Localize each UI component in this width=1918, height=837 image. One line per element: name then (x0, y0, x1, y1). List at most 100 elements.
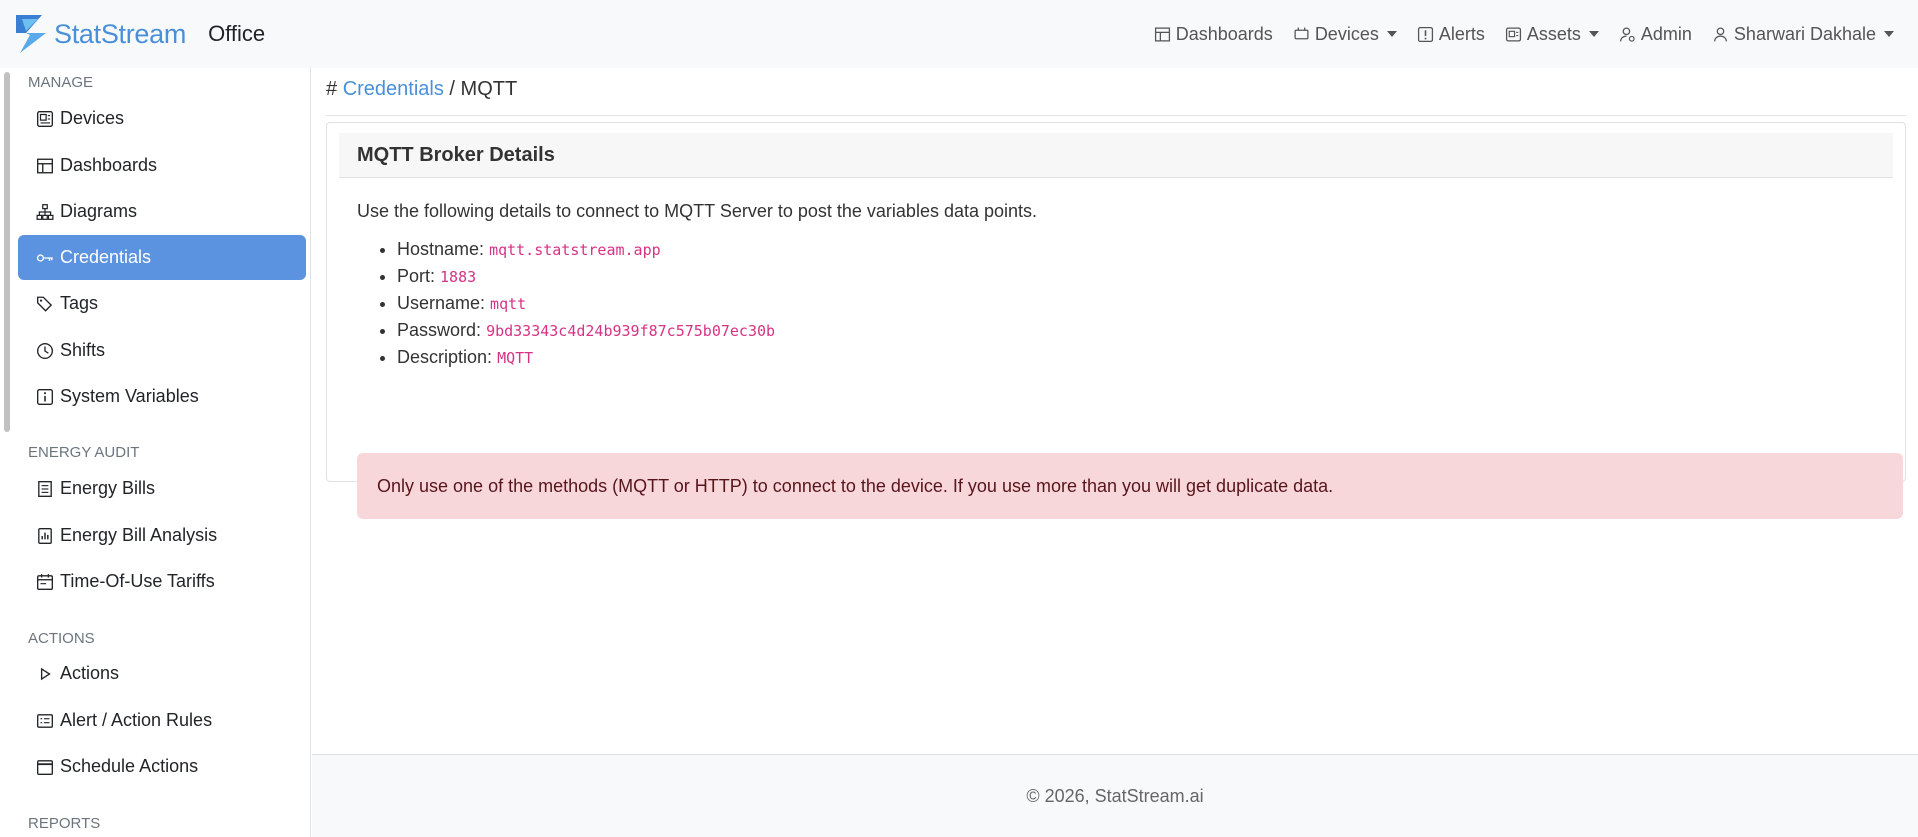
detail-label: Hostname: (397, 239, 485, 259)
org-name[interactable]: Office (208, 21, 265, 47)
list-item: Description: MQTT (397, 344, 775, 371)
detail-label: Password: (397, 320, 482, 340)
detail-label: Username: (397, 293, 486, 313)
calendar-icon (37, 759, 53, 775)
sidebar: MANAGE Devices Dashboards Diagrams Crede… (0, 68, 311, 837)
sidebar-scrollbar[interactable] (4, 72, 10, 432)
brand-name: StatStream (54, 18, 187, 49)
username-value: mqtt (490, 295, 527, 313)
sidebar-item-label: Alert / Action Rules (60, 710, 213, 730)
devices-icon (37, 110, 53, 127)
mqtt-card: MQTT Broker Details Use the following de… (326, 122, 1906, 519)
nav-alerts-label: Alerts (1438, 23, 1485, 44)
devices-icon (1294, 27, 1309, 39)
nav-devices-label: Devices (1314, 23, 1379, 44)
sidebar-item-energy-bill-analysis[interactable]: Energy Bill Analysis (18, 513, 306, 558)
warning-alert: Only use one of the methods (MQTT or HTT… (357, 453, 1903, 519)
sidebar-section-actions: ACTIONS (28, 630, 95, 647)
breadcrumb: # Credentials / MQTT (326, 78, 517, 101)
list-item: Hostname: mqtt.statstream.app (397, 236, 775, 263)
sidebar-item-alert-action-rules[interactable]: Alert / Action Rules (18, 698, 306, 743)
calendar-icon (37, 573, 53, 590)
admin-icon (1619, 26, 1635, 42)
assets-icon (1505, 26, 1521, 42)
sidebar-item-label: Schedule Actions (60, 756, 199, 776)
breadcrumb-link-credentials[interactable]: Credentials (343, 78, 444, 100)
detail-label: Description: (397, 347, 493, 367)
sidebar-item-label: Diagrams (60, 201, 138, 221)
tags-icon (37, 296, 53, 312)
password-value: 9bd33343c4d24b939f87c575b07ec30b (486, 322, 776, 340)
info-icon (37, 388, 53, 405)
sidebar-item-label: Dashboards (60, 155, 158, 175)
top-nav: Dashboards Devices Alerts Assets Admin S… (1154, 0, 1894, 68)
brand[interactable]: StatStream (12, 13, 186, 55)
nav-alerts[interactable]: Alerts (1417, 24, 1485, 45)
sidebar-item-label: Energy Bill Analysis (60, 525, 218, 545)
sidebar-item-devices[interactable]: Devices (18, 96, 306, 141)
nav-devices[interactable]: Devices (1293, 24, 1397, 45)
divider (326, 115, 1906, 116)
sidebar-item-tags[interactable]: Tags (18, 281, 306, 326)
broker-details-list: Hostname: mqtt.statstream.app Port: 1883… (397, 236, 775, 371)
card-intro-text: Use the following details to connect to … (357, 201, 1038, 221)
nav-user-menu[interactable]: Sharwari Dakhale (1712, 24, 1894, 45)
breadcrumb-prefix: # (326, 78, 338, 100)
chevron-down-icon (1884, 31, 1894, 37)
sidebar-item-label: Shifts (60, 340, 106, 360)
nav-admin-label: Admin (1640, 23, 1692, 44)
breadcrumb-current: MQTT (460, 78, 518, 100)
sidebar-section-energy-audit: ENERGY AUDIT (28, 444, 140, 461)
sidebar-item-label: Devices (60, 108, 125, 128)
port-value: 1883 (440, 268, 477, 286)
bill-icon (38, 480, 52, 497)
play-icon (40, 667, 51, 680)
sidebar-item-label: System Variables (60, 386, 199, 406)
description-value: MQTT (497, 349, 534, 367)
sidebar-item-shifts[interactable]: Shifts (18, 328, 306, 373)
chevron-down-icon (1386, 31, 1397, 37)
chevron-down-icon (1588, 31, 1599, 37)
main-content: # Credentials / MQTT MQTT Broker Details… (312, 68, 1918, 754)
rules-icon (37, 713, 53, 728)
footer: © 2026, StatStream.ai (312, 754, 1918, 837)
breadcrumb-separator: / (449, 78, 455, 100)
nav-assets[interactable]: Assets (1505, 24, 1599, 45)
key-icon (36, 253, 53, 262)
sidebar-item-label: Credentials (60, 247, 152, 267)
sidebar-item-dashboards[interactable]: Dashboards (18, 143, 306, 188)
list-item: Password: 9bd33343c4d24b939f87c575b07ec3… (397, 317, 775, 344)
sidebar-item-schedule-actions[interactable]: Schedule Actions (18, 744, 306, 789)
chart-icon (38, 527, 52, 544)
dashboard-icon (1154, 26, 1170, 42)
sidebar-item-label: Energy Bills (60, 478, 156, 498)
sidebar-item-time-of-use-tariffs[interactable]: Time-Of-Use Tariffs (18, 559, 306, 604)
sidebar-item-label: Time-Of-Use Tariffs (60, 571, 215, 591)
nav-dashboards-label: Dashboards (1175, 23, 1273, 44)
detail-label: Port: (397, 266, 436, 286)
nav-admin[interactable]: Admin (1619, 24, 1692, 45)
clock-icon (37, 342, 53, 359)
list-item: Username: mqtt (397, 290, 775, 317)
nav-assets-label: Assets (1526, 23, 1581, 44)
sidebar-section-manage: MANAGE (28, 74, 94, 91)
sidebar-item-system-variables[interactable]: System Variables (18, 374, 306, 419)
sidebar-item-label: Tags (60, 293, 99, 313)
statstream-logo-icon (16, 15, 46, 53)
alert-icon (1417, 26, 1433, 42)
sidebar-section-reports: REPORTS (28, 815, 101, 832)
footer-copyright: © 2026, StatStream.ai (1026, 785, 1204, 806)
nav-dashboards[interactable]: Dashboards (1154, 24, 1273, 45)
card-title: MQTT Broker Details (339, 133, 1893, 178)
hostname-value: mqtt.statstream.app (489, 241, 661, 259)
nav-user-label: Sharwari Dakhale (1733, 23, 1876, 44)
sidebar-item-label: Actions (60, 663, 120, 683)
user-icon (1713, 26, 1727, 41)
sidebar-item-actions[interactable]: Actions (18, 651, 306, 696)
dashboard-icon (37, 158, 53, 173)
diagram-icon (36, 203, 54, 220)
sidebar-item-credentials[interactable]: Credentials (18, 235, 306, 280)
sidebar-item-energy-bills[interactable]: Energy Bills (18, 466, 306, 511)
sidebar-item-diagrams[interactable]: Diagrams (18, 189, 306, 234)
top-navbar: StatStream Office Dashboards Devices Ale… (0, 0, 1918, 68)
